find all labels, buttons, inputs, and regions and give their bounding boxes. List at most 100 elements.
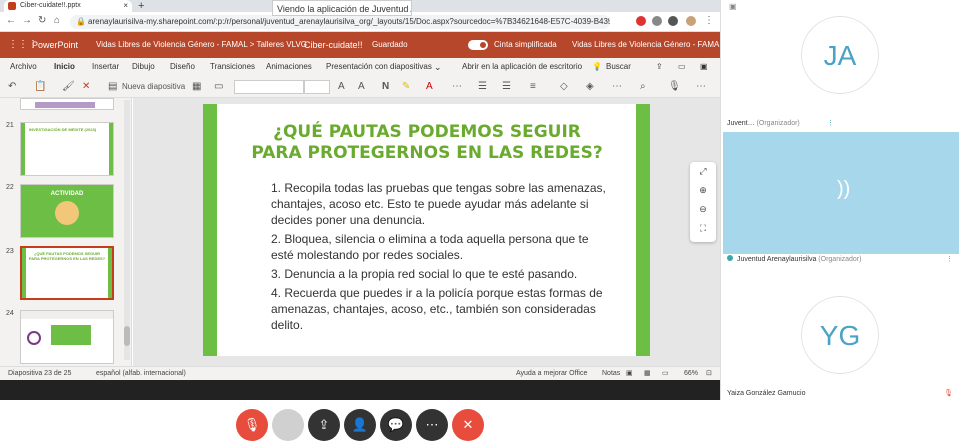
thumbnail-scrollbar[interactable]: [124, 100, 130, 360]
menu-dibujo[interactable]: Dibujo: [132, 58, 155, 76]
slide-title[interactable]: ¿QUÉ PAUTAS PODEMOS SEGUIR PARA PROTEGER…: [237, 122, 617, 164]
home-icon[interactable]: ⌂: [54, 15, 60, 26]
layout-icon[interactable]: ▣: [729, 2, 737, 11]
menu-chevron-icon[interactable]: ⌄: [434, 58, 442, 76]
lightbulb-icon: 💡: [592, 62, 602, 71]
slide-body[interactable]: 1. Recopila todas las pruebas que tengas…: [271, 180, 611, 336]
forward-icon[interactable]: →: [22, 15, 32, 26]
bullets-icon[interactable]: ☰: [478, 80, 487, 94]
open-desktop-app[interactable]: Abrir en la aplicación de escritorio: [462, 58, 582, 76]
layout-icon[interactable]: ▦: [192, 80, 201, 94]
more-icon[interactable]: ⋮: [827, 118, 834, 130]
participants-button[interactable]: 👤: [344, 409, 376, 441]
more-options-button[interactable]: ⋯: [416, 409, 448, 441]
delete-icon[interactable]: ✕: [82, 80, 90, 94]
extension-icon[interactable]: [652, 16, 662, 26]
new-slide-button[interactable]: Nueva diapositiva: [122, 80, 185, 94]
sorter-view-icon[interactable]: ▦: [644, 367, 651, 381]
extension-icon[interactable]: [636, 16, 646, 26]
zoom-level[interactable]: 66%: [684, 367, 698, 381]
new-tab-icon[interactable]: +: [138, 0, 144, 12]
fit-slide-icon[interactable]: ⊡: [706, 367, 712, 381]
menu-insertar[interactable]: Insertar: [92, 58, 119, 76]
participant-role: (Organizador): [818, 256, 862, 263]
menu-animaciones[interactable]: Animaciones: [266, 58, 312, 76]
share-icon[interactable]: ⇪: [656, 58, 663, 76]
thumb-graphic: [55, 201, 79, 225]
more-menu-icon[interactable]: ⋮: [704, 15, 714, 26]
mute-mic-button[interactable]: 🎙: [236, 409, 268, 441]
format-painter-icon[interactable]: 🖌: [62, 80, 75, 94]
puzzle-icon[interactable]: [668, 16, 678, 26]
menu-presentacion[interactable]: Presentación con diapositivas: [326, 58, 432, 76]
browser-tab[interactable]: Ciber-cuidate!!.pptx ×: [4, 0, 132, 12]
normal-view-icon[interactable]: ▣: [626, 367, 633, 381]
tab-close-icon[interactable]: ×: [123, 0, 128, 12]
scrollbar-handle[interactable]: [124, 326, 130, 346]
language[interactable]: español (alfab. internacional): [96, 367, 186, 381]
present-icon[interactable]: ▣: [700, 58, 708, 76]
more-icon[interactable]: ⋯: [452, 80, 462, 94]
paste-icon[interactable]: 📋: [34, 80, 46, 94]
file-name[interactable]: Ciber-cuidate!!: [304, 32, 363, 58]
microphone-icon[interactable]: 🎙: [668, 80, 681, 94]
camera-button[interactable]: [272, 409, 304, 441]
slide-thumbnail[interactable]: [20, 98, 114, 110]
slide-thumbnail[interactable]: ACTIVIDAD: [20, 184, 114, 238]
zoom-in-icon[interactable]: ⊕: [690, 181, 716, 200]
grow-font-icon[interactable]: A: [338, 80, 345, 94]
thumb-title: ACTIVIDAD: [50, 191, 84, 197]
app-name[interactable]: PowerPoint: [32, 32, 78, 58]
more-icon[interactable]: ⋯: [612, 80, 622, 94]
bold-icon[interactable]: N: [382, 80, 389, 94]
url-field[interactable]: 🔒 arenaylaurisilva-my.sharepoint.com/:p:…: [70, 15, 610, 29]
reload-icon[interactable]: ↻: [38, 15, 46, 26]
video-tile[interactable]: )): [723, 132, 959, 254]
reset-icon[interactable]: ▭: [214, 80, 223, 94]
comments-icon[interactable]: ▭: [678, 58, 686, 76]
shrink-font-icon[interactable]: A: [358, 80, 365, 94]
slide-thumbnail[interactable]: [20, 310, 114, 364]
participant-name: Yaiza González Gamucio: [727, 390, 806, 397]
thumb-title: INVESTIGACIÓN DE MEDITE (2023): [29, 127, 97, 132]
font-color-icon[interactable]: A: [426, 80, 433, 94]
lock-icon: 🔒: [76, 17, 86, 26]
slide-thumbnail[interactable]: INVESTIGACIÓN DE MEDITE (2023): [20, 122, 114, 176]
menu-inicio[interactable]: Inicio: [54, 58, 75, 78]
share-screen-button[interactable]: ⇪: [308, 409, 340, 441]
new-slide-icon[interactable]: ▤: [108, 80, 117, 94]
fit-icon[interactable]: ⤢: [690, 162, 716, 181]
left-green-border: [203, 104, 217, 356]
slide-thumbnail-panel: 21 INVESTIGACIÓN DE MEDITE (2023) 22 ACT…: [0, 98, 132, 366]
more-icon[interactable]: ⋮: [946, 254, 953, 266]
back-icon[interactable]: ←: [6, 15, 16, 26]
powerpoint-favicon-icon: [8, 2, 16, 10]
search-box[interactable]: Buscar: [606, 58, 631, 76]
help-improve[interactable]: Ayuda a mejorar Office: [516, 367, 587, 381]
search-icon[interactable]: ⌕: [640, 80, 646, 94]
font-name-field[interactable]: [234, 80, 304, 94]
align-icon[interactable]: ≡: [530, 80, 536, 94]
participant-name: Juvent…: [727, 120, 755, 127]
current-slide[interactable]: ¿QUÉ PAUTAS PODEMOS SEGUIR PARA PROTEGER…: [203, 104, 650, 356]
undo-icon[interactable]: ↶: [8, 80, 16, 94]
shapes-icon[interactable]: ◇: [560, 80, 568, 94]
notes-button[interactable]: Notas: [602, 367, 620, 381]
fullscreen-icon[interactable]: ⛶: [690, 219, 716, 238]
shape-fill-icon[interactable]: ◈: [586, 80, 594, 94]
simplified-ribbon-toggle[interactable]: [468, 40, 488, 50]
breadcrumb[interactable]: Vidas Libres de Violencia Género - FAMAL…: [96, 32, 307, 58]
numbering-icon[interactable]: ☰: [502, 80, 511, 94]
font-size-field[interactable]: [304, 80, 330, 94]
zoom-out-icon[interactable]: ⊖: [690, 200, 716, 219]
menu-transiciones[interactable]: Transiciones: [210, 58, 255, 76]
slide-thumbnail-selected[interactable]: ¿QUÉ PAUTAS PODEMOS SEGUIR PARA PROTEGER…: [20, 246, 114, 300]
highlight-icon[interactable]: ✎: [402, 80, 410, 94]
menu-diseno[interactable]: Diseño: [170, 58, 195, 76]
more-icon[interactable]: ⋯: [696, 80, 706, 94]
menu-archivo[interactable]: Archivo: [10, 58, 37, 76]
end-call-button[interactable]: ✕: [452, 409, 484, 441]
profile-avatar[interactable]: [686, 16, 696, 26]
reading-view-icon[interactable]: ▭: [662, 367, 669, 381]
chat-button[interactable]: 💬: [380, 409, 412, 441]
